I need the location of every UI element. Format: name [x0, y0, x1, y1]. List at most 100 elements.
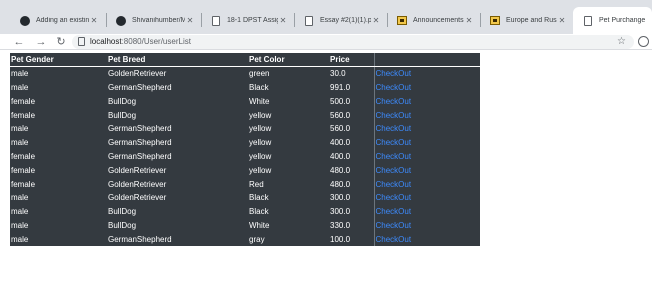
cell-color: gray — [249, 234, 265, 244]
back-arrow-icon[interactable]: ← — [12, 35, 26, 49]
tab-title: Europe and Russia — [506, 17, 557, 24]
column-header-color: Pet Color — [248, 53, 329, 68]
cell-action: CheckOut — [374, 163, 480, 177]
cell-action: CheckOut — [374, 177, 480, 191]
table-row: female BullDog White 500.0 CheckOut — [10, 94, 480, 109]
page-info-icon[interactable] — [78, 37, 85, 46]
bookmark-star-icon[interactable]: ☆ — [617, 35, 626, 49]
table-row: male BullDog White 330.0 CheckOut — [10, 218, 480, 233]
table-header-row: Pet Gender Pet Breed Pet Color Price — [10, 53, 480, 68]
cell-color: White — [249, 220, 270, 230]
checkout-link[interactable]: CheckOut — [376, 111, 412, 120]
forward-arrow-icon[interactable]: → — [34, 35, 48, 49]
table-row: male GermanShepherd yellow 560.0 CheckOut — [10, 121, 480, 136]
cell-action: CheckOut — [374, 136, 480, 150]
cell-price: 30.0 — [329, 66, 375, 81]
cell-color: White — [249, 96, 270, 106]
checkout-link[interactable]: CheckOut — [376, 166, 412, 175]
cell-price: 480.0 — [329, 163, 375, 178]
github-icon — [20, 15, 30, 26]
cell-price: 560.0 — [329, 108, 375, 122]
browser-tab[interactable]: Adding an existin ✕ — [10, 7, 105, 34]
checkout-link[interactable]: CheckOut — [376, 193, 412, 202]
table-row: female GoldenRetriever Red 480.0 CheckOut — [10, 177, 480, 191]
site-flag-icon — [397, 16, 407, 26]
checkout-link[interactable]: CheckOut — [376, 97, 412, 106]
cell-breed: GermanShepherd — [108, 82, 172, 92]
cell-price: 300.0 — [329, 190, 375, 205]
cell-breed: BullDog — [108, 110, 137, 120]
cell-breed: BullDog — [108, 207, 137, 217]
url-text[interactable]: localhost:8080/User/userList — [90, 35, 191, 49]
browser-tab-active[interactable]: Pet Purchange — [573, 7, 652, 34]
close-icon[interactable]: ✕ — [185, 16, 195, 25]
checkout-link[interactable]: CheckOut — [376, 69, 412, 78]
cell-gender: male — [11, 234, 29, 244]
close-icon[interactable]: ✕ — [464, 16, 474, 25]
table-row: male GermanShepherd Black 991.0 CheckOut — [10, 80, 480, 95]
close-icon[interactable]: ✕ — [89, 16, 99, 25]
checkout-link[interactable]: CheckOut — [376, 83, 412, 92]
table-row: male BullDog Black 300.0 CheckOut — [10, 204, 480, 219]
cell-breed: GoldenRetriever — [108, 179, 167, 189]
cell-breed: GoldenRetriever — [108, 69, 167, 79]
table-row: female GermanShepherd yellow 400.0 CheckOut — [10, 149, 480, 164]
page-content: Pet Gender Pet Breed Pet Color Price mal… — [10, 53, 480, 247]
cell-action: CheckOut — [374, 150, 480, 164]
cell-action: CheckOut — [374, 67, 480, 81]
tab-title: Adding an existin — [36, 17, 89, 24]
cell-gender: male — [11, 124, 29, 134]
browser-tab[interactable]: 18-1 DPST Assign ✕ — [201, 7, 294, 34]
checkout-link[interactable]: CheckOut — [376, 152, 412, 161]
checkout-link[interactable]: CheckOut — [376, 221, 412, 230]
column-header-breed: Pet Breed — [107, 53, 248, 68]
browser-toolbar: ← → ↻ localhost:8080/User/userList ☆ — [0, 34, 652, 50]
pet-list-table: Pet Gender Pet Breed Pet Color Price mal… — [10, 53, 480, 247]
cell-price: 300.0 — [329, 204, 375, 219]
cell-color: Red — [249, 179, 264, 189]
cell-action: CheckOut — [374, 108, 480, 122]
url-host: localhost — [90, 37, 122, 46]
reload-icon[interactable]: ↻ — [54, 35, 68, 49]
cell-action: CheckOut — [374, 219, 480, 233]
cell-gender: male — [11, 138, 29, 148]
close-icon[interactable]: ✕ — [278, 16, 288, 25]
checkout-link[interactable]: CheckOut — [376, 124, 412, 133]
cell-gender: male — [11, 69, 29, 79]
cell-color: yellow — [249, 124, 272, 134]
address-bar[interactable]: localhost:8080/User/userList ☆ — [72, 35, 634, 49]
column-header-gender: Pet Gender — [10, 53, 107, 68]
checkout-link[interactable]: CheckOut — [376, 235, 412, 244]
checkout-link[interactable]: CheckOut — [376, 207, 412, 216]
table-row: male GoldenRetriever green 30.0 CheckOut — [10, 66, 480, 81]
cell-gender: female — [11, 110, 36, 120]
cell-color: yellow — [249, 151, 272, 161]
cell-breed: BullDog — [108, 96, 137, 106]
cell-breed: GermanShepherd — [108, 151, 172, 161]
cell-price: 400.0 — [329, 135, 375, 150]
close-icon[interactable]: ✕ — [371, 16, 381, 25]
cell-color: Black — [249, 82, 269, 92]
cell-gender: male — [11, 220, 29, 230]
browser-tab[interactable]: Europe and Russia ✕ — [480, 7, 573, 34]
cell-breed: GermanShepherd — [108, 124, 172, 134]
browser-tab[interactable]: Shivanihumber/M ✕ — [106, 7, 201, 34]
cell-color: green — [249, 69, 270, 79]
table-row: male GermanShepherd yellow 400.0 CheckOut — [10, 135, 480, 150]
cell-breed: GermanShepherd — [108, 234, 172, 244]
cell-breed: GermanShepherd — [108, 138, 172, 148]
browser-tab[interactable]: Essay #2(1)(1).pdf ✕ — [294, 7, 387, 34]
close-icon[interactable]: ✕ — [557, 16, 567, 25]
cell-action: CheckOut — [374, 122, 480, 136]
document-icon — [583, 15, 593, 26]
cell-color: Black — [249, 193, 269, 203]
browser-tab[interactable]: Announcements - ✕ — [387, 7, 480, 34]
cell-price: 991.0 — [329, 80, 375, 95]
checkout-link[interactable]: CheckOut — [376, 138, 412, 147]
table-row: male GoldenRetriever Black 300.0 CheckOut — [10, 190, 480, 205]
cell-color: yellow — [249, 110, 272, 120]
profile-icon[interactable] — [638, 36, 649, 47]
checkout-link[interactable]: CheckOut — [376, 180, 412, 189]
table-row: female BullDog yellow 560.0 CheckOut — [10, 108, 480, 122]
tab-title: Shivanihumber/M — [132, 17, 185, 24]
